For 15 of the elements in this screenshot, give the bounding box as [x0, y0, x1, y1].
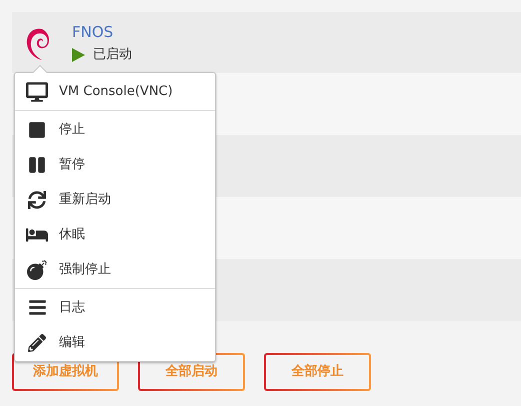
menu-item[interactable]: 强制停止 [15, 252, 215, 287]
bomb-icon [27, 260, 47, 280]
menu-item[interactable]: 重新启动 [15, 182, 215, 217]
menu-item[interactable]: 日志 [15, 290, 215, 325]
pencil-icon [28, 334, 46, 352]
monitor-icon [26, 80, 48, 102]
pause-icon [28, 156, 46, 174]
menu-item[interactable]: 停止 [15, 112, 215, 147]
vm-name[interactable]: FNOS [72, 20, 132, 43]
refresh-icon [28, 190, 46, 208]
menu-icon [28, 298, 46, 317]
vm-status: 已启动 [93, 46, 132, 64]
stop-icon [28, 120, 46, 138]
menu-item[interactable]: 休眠 [15, 217, 215, 252]
menu-item[interactable]: VM Console(VNC) [15, 74, 215, 109]
